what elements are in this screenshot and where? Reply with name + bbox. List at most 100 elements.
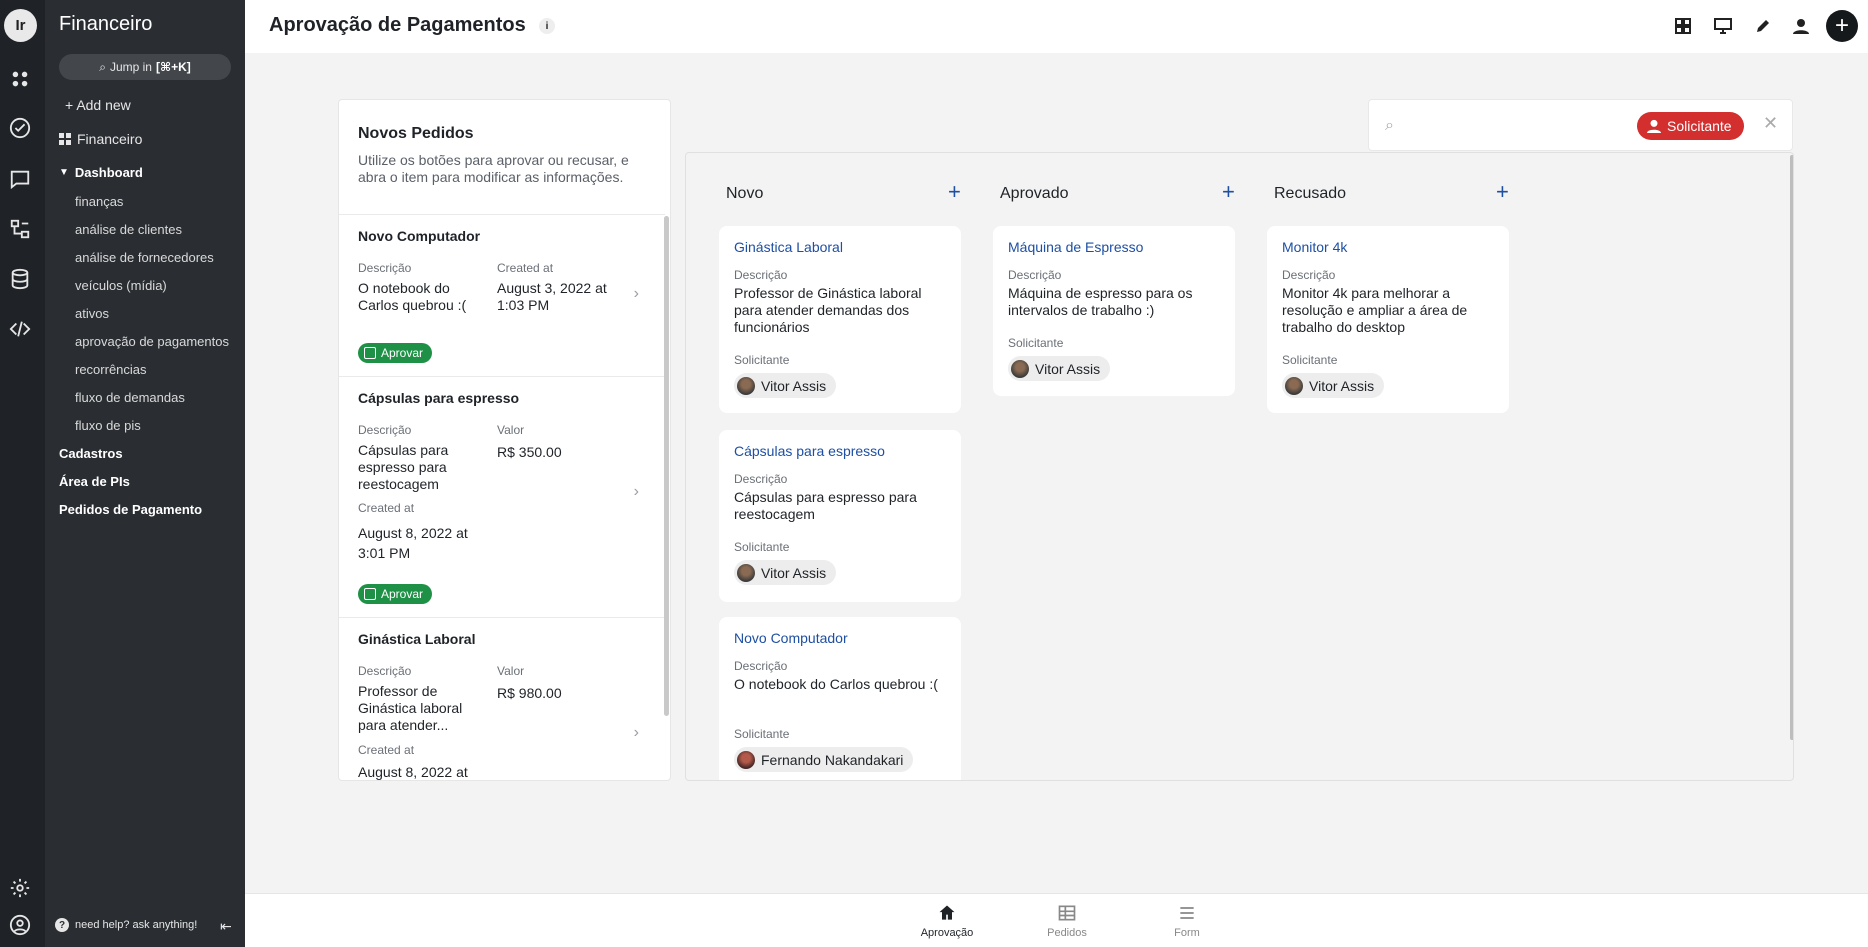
- avatar: [737, 376, 755, 395]
- list-item[interactable]: Novo Computador Descrição O notebook do …: [339, 215, 665, 377]
- desc-value: Professor de Ginástica laboral para aten…: [734, 285, 922, 335]
- desc-label: Descrição: [734, 268, 788, 282]
- card-title: Monitor 4k: [1282, 239, 1348, 255]
- jump-in-button[interactable]: ⌕ Jump in [⌘+K]: [59, 54, 231, 80]
- help-button[interactable]: ? need help? ask anything!: [55, 918, 197, 932]
- list-item[interactable]: Cápsulas para espresso Descrição Cápsula…: [339, 377, 665, 618]
- sidebar-item-ativos[interactable]: ativos: [75, 306, 235, 321]
- tab-pedidos[interactable]: Pedidos: [1032, 903, 1102, 939]
- tab-form[interactable]: Form: [1152, 903, 1222, 939]
- desc-label: Descrição: [1008, 268, 1062, 282]
- tab-aprovacao[interactable]: Aprovação: [912, 903, 982, 939]
- chevron-right-icon[interactable]: ›: [634, 724, 639, 742]
- layout-icon[interactable]: [1673, 16, 1693, 36]
- user-circle-icon[interactable]: [7, 912, 33, 938]
- created-value: August 8, 2022 at 3:01 PM: [358, 525, 468, 561]
- sidebar-section-pedidos-pagamento[interactable]: Pedidos de Pagamento: [59, 502, 202, 517]
- desc-value: Máquina de espresso para os intervalos d…: [1008, 285, 1193, 318]
- approve-button[interactable]: Aprovar: [358, 343, 433, 363]
- sidebar-item-aprovacao-pagamentos[interactable]: aprovação de pagamentos: [75, 334, 235, 349]
- panel-description: Utilize os botões para aprovar ou recusa…: [358, 152, 629, 185]
- column-title-recusado: Recusado: [1274, 185, 1347, 202]
- chat-icon[interactable]: [7, 166, 33, 192]
- gear-icon[interactable]: [7, 875, 33, 901]
- sidebar-item-financas[interactable]: finanças: [75, 194, 235, 209]
- kanban-card[interactable]: Cápsulas para espresso Descrição Cápsula…: [719, 430, 961, 602]
- sidebar-section-cadastros[interactable]: Cadastros: [59, 446, 123, 461]
- kanban-search[interactable]: ⌕ Solicitante ✕: [1368, 99, 1793, 151]
- apps-icon[interactable]: [7, 66, 33, 92]
- desc-value: Professor de Ginástica laboral para aten…: [358, 683, 463, 733]
- list-item[interactable]: Ginástica Laboral Descrição Professor de…: [339, 618, 665, 780]
- search-icon: ⌕: [99, 59, 106, 74]
- check-circle-icon[interactable]: [7, 115, 33, 141]
- chevron-right-icon[interactable]: ›: [634, 483, 639, 501]
- workspace-logo-icon[interactable]: Ir: [4, 9, 37, 42]
- requester-name: Vitor Assis: [761, 564, 827, 581]
- add-button[interactable]: +: [1826, 10, 1858, 42]
- desc-label: Descrição: [734, 659, 788, 673]
- help-label: need help? ask anything!: [75, 919, 198, 931]
- info-icon[interactable]: i: [539, 18, 555, 34]
- table-icon: [1058, 905, 1076, 921]
- sidebar-item-recorrencias[interactable]: recorrências: [75, 362, 235, 377]
- jump-shortcut: [⌘+K]: [155, 60, 191, 74]
- kanban-card[interactable]: Novo Computador Descrição O notebook do …: [719, 617, 961, 780]
- add-card-aprovado-button[interactable]: +: [1222, 179, 1235, 205]
- sidebar-title: Financeiro: [59, 13, 153, 35]
- list-icon: [1180, 907, 1194, 919]
- card-title: Novo Computador: [734, 630, 848, 646]
- close-icon[interactable]: ✕: [1763, 113, 1778, 134]
- solicitante-filter-chip[interactable]: Solicitante: [1637, 112, 1744, 140]
- pedidos-list: Novo Computador Descrição O notebook do …: [339, 214, 665, 780]
- sidebar-item-analise-fornecedores[interactable]: análise de fornecedores: [75, 250, 235, 265]
- sidebar-section-area-pis[interactable]: Área de PIs: [59, 474, 130, 489]
- sidebar-item-analise-clientes[interactable]: análise de clientes: [75, 222, 235, 237]
- novos-pedidos-panel: Novos Pedidos Utilize os botões para apr…: [338, 99, 671, 781]
- desc-label: Descrição: [1282, 268, 1336, 282]
- sidebar: Financeiro ⌕ Jump in [⌘+K] + Add new Fin…: [45, 0, 245, 947]
- sidebar-item-dashboard[interactable]: ▼ Dashboard: [59, 165, 143, 180]
- requester-chip: Vitor Assis: [734, 373, 837, 398]
- user-icon: [1647, 119, 1661, 133]
- created-value: August 8, 2022 at: [358, 764, 468, 780]
- sidebar-item-veiculos[interactable]: veículos (mídia): [75, 278, 235, 293]
- avatar: [1011, 359, 1029, 378]
- user-icon[interactable]: [1791, 16, 1811, 36]
- kanban-card[interactable]: Máquina de Espresso Descrição Máquina de…: [993, 226, 1235, 396]
- page-title: Aprovação de Pagamentos: [269, 14, 526, 36]
- collapse-sidebar-icon[interactable]: ⇤: [220, 918, 232, 935]
- requester-name: Fernando Nakandakari: [761, 751, 904, 768]
- code-icon[interactable]: [7, 316, 33, 342]
- add-card-recusado-button[interactable]: +: [1496, 179, 1509, 205]
- requester-chip: Vitor Assis: [1282, 373, 1385, 398]
- requester-name: Vitor Assis: [1035, 360, 1101, 377]
- avatar: [1285, 376, 1303, 395]
- created-label: Created at: [358, 501, 415, 515]
- database-icon[interactable]: [7, 266, 33, 292]
- home-icon: [939, 905, 955, 920]
- desktop-icon[interactable]: [1713, 16, 1733, 36]
- kanban-card[interactable]: Ginástica Laboral Descrição Professor de…: [719, 226, 961, 413]
- approve-button[interactable]: Aprovar: [358, 584, 433, 604]
- sidebar-item-fluxo-pis[interactable]: fluxo de pis: [75, 418, 235, 433]
- requester-name: Vitor Assis: [761, 377, 827, 394]
- created-label: Created at: [358, 743, 415, 757]
- desc-label: Descrição: [734, 472, 788, 486]
- sidebar-item-label: Financeiro: [77, 131, 143, 147]
- chevron-right-icon[interactable]: ›: [634, 285, 639, 303]
- sidebar-item-fluxo-demandas[interactable]: fluxo de demandas: [75, 390, 235, 405]
- requester-chip: Fernando Nakandakari: [734, 747, 914, 772]
- workflow-icon[interactable]: [7, 216, 33, 242]
- add-new-button[interactable]: + Add new: [65, 97, 131, 113]
- kanban-card[interactable]: Monitor 4k Descrição Monitor 4k para mel…: [1267, 226, 1509, 413]
- jump-label: Jump in: [109, 60, 152, 74]
- add-new-label: Add new: [76, 97, 131, 113]
- sidebar-item-financeiro[interactable]: Financeiro: [59, 131, 142, 147]
- desc-value: O notebook do Carlos quebrou :(: [734, 676, 938, 692]
- scrollbar[interactable]: [664, 216, 669, 716]
- scrollbar[interactable]: [1790, 155, 1793, 740]
- pencil-icon[interactable]: [1753, 16, 1773, 36]
- requester-label: Solicitante: [1282, 353, 1338, 367]
- add-card-novo-button[interactable]: +: [948, 179, 961, 205]
